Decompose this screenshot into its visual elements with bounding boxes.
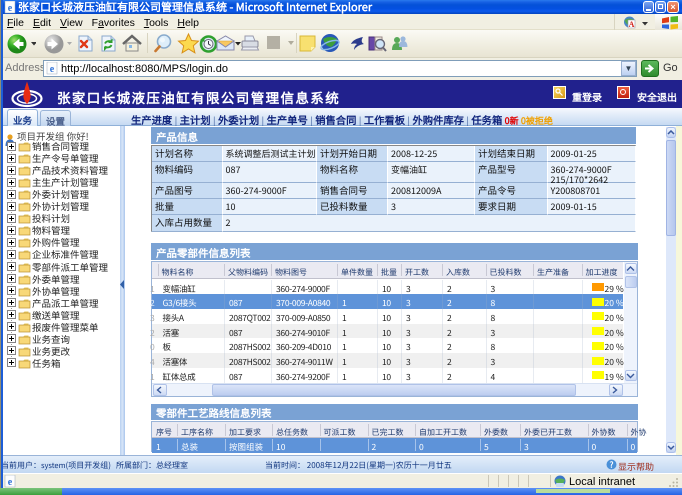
svg-text:?: ? — [610, 460, 614, 471]
svg-text:e: e — [8, 3, 13, 14]
svg-text:A: A — [629, 20, 635, 29]
svg-text:e: e — [50, 64, 55, 75]
svg-text:e: e — [8, 477, 13, 488]
